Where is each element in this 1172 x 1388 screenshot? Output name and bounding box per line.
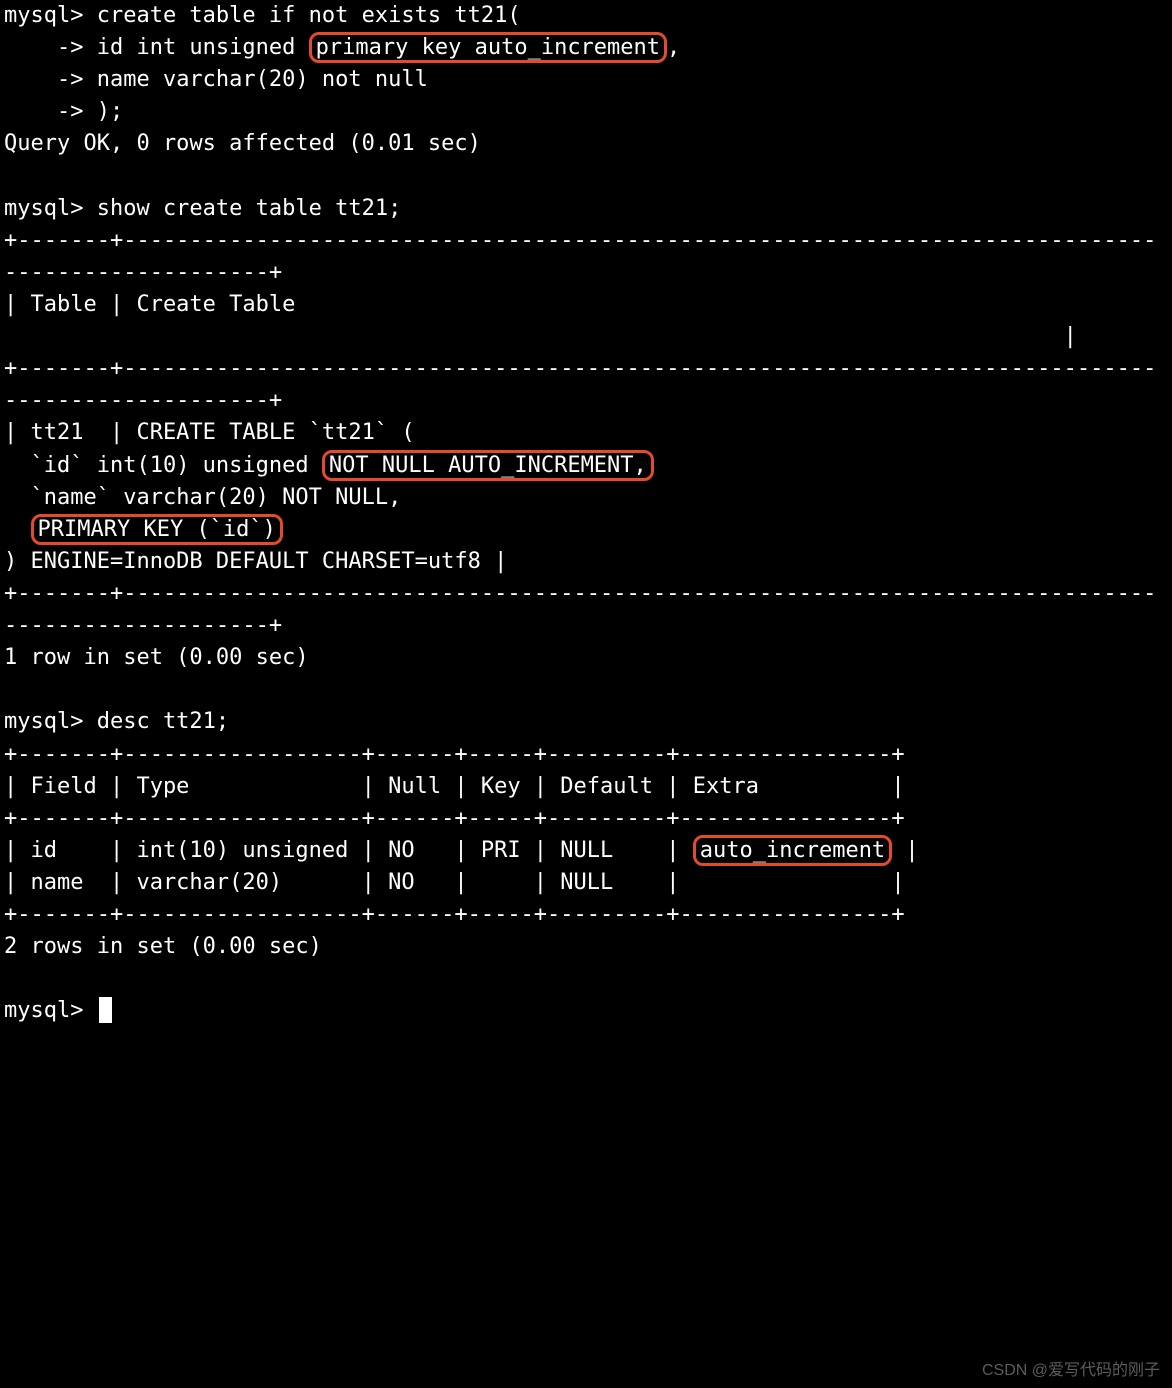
line: -> id int unsigned bbox=[4, 35, 309, 60]
line: | tt21 | CREATE TABLE `tt21` ( bbox=[4, 420, 415, 445]
cursor-icon bbox=[99, 997, 112, 1023]
line: | Field | Type | Null | Key | Default | … bbox=[4, 774, 905, 799]
line: `id` int(10) unsigned bbox=[4, 453, 322, 478]
line: 2 rows in set (0.00 sec) bbox=[4, 934, 322, 959]
highlight-primary-key-auto-increment: primary key auto_increment bbox=[309, 32, 667, 63]
line: -> name varchar(20) not null bbox=[4, 67, 428, 92]
line: 1 row in set (0.00 sec) bbox=[4, 645, 309, 670]
line: | name | varchar(20) | NO | | NULL | | bbox=[4, 870, 905, 895]
line: +-------+------------------+------+-----… bbox=[4, 806, 905, 831]
line: mysql> create table if not exists tt21( bbox=[4, 3, 521, 28]
line bbox=[4, 517, 31, 542]
highlight-primary-key-id: PRIMARY KEY (`id`) bbox=[31, 514, 283, 545]
line: mysql> show create table tt21; bbox=[4, 196, 401, 221]
line: | Table | Create Table bbox=[4, 292, 1172, 317]
line: Query OK, 0 rows affected (0.01 sec) bbox=[4, 131, 481, 156]
line: +-------+------------------+------+-----… bbox=[4, 742, 905, 767]
highlight-auto-increment-extra: auto_increment bbox=[693, 835, 892, 866]
line: +-------+-------------------------------… bbox=[4, 581, 1156, 638]
line: | id | int(10) unsigned | NO | PRI | NUL… bbox=[4, 838, 693, 863]
line: , bbox=[667, 35, 680, 60]
line: +-------+------------------+------+-----… bbox=[4, 902, 905, 927]
highlight-not-null-auto-increment: NOT NULL AUTO_INCREMENT, bbox=[322, 450, 654, 481]
line: | bbox=[4, 324, 1077, 349]
watermark: CSDN @爱写代码的刚子 bbox=[982, 1359, 1160, 1382]
line: `name` varchar(20) NOT NULL, bbox=[4, 485, 401, 510]
line: +-------+-------------------------------… bbox=[4, 356, 1156, 413]
line: -> ); bbox=[4, 99, 123, 124]
line: | bbox=[892, 838, 919, 863]
line: ) ENGINE=InnoDB DEFAULT CHARSET=utf8 | bbox=[4, 549, 507, 574]
line: mysql> desc tt21; bbox=[4, 709, 229, 734]
terminal-output: mysql> create table if not exists tt21( … bbox=[0, 0, 1172, 1028]
prompt[interactable]: mysql> bbox=[4, 998, 97, 1023]
line: +-------+-------------------------------… bbox=[4, 228, 1156, 285]
